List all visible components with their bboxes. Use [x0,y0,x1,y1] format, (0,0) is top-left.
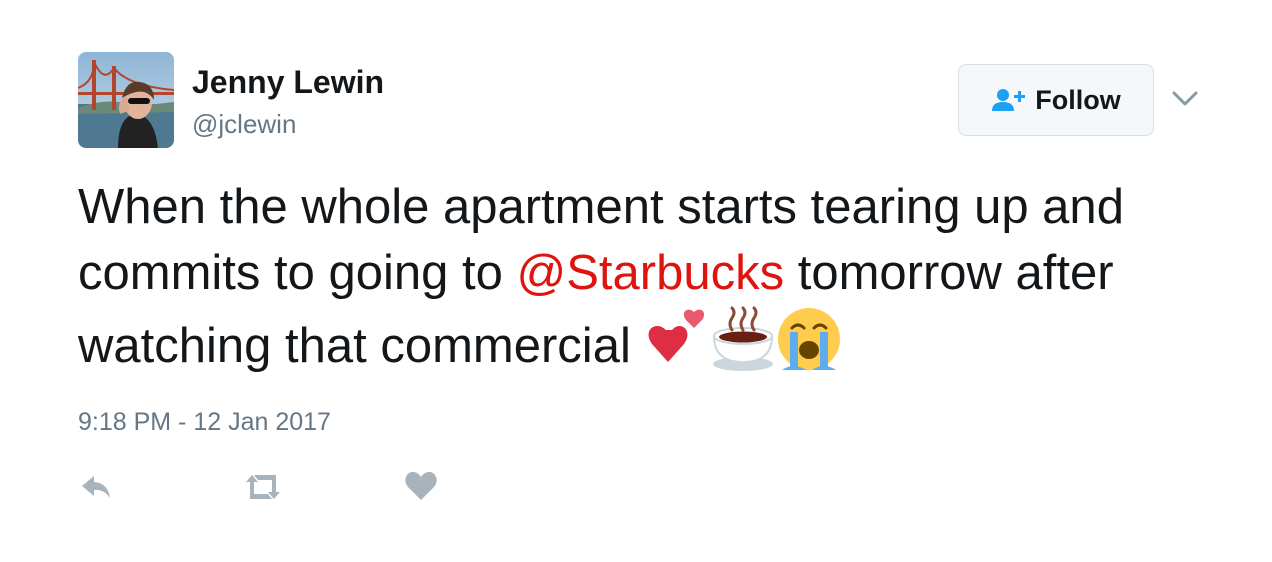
chevron-down-icon[interactable] [1170,86,1200,110]
author-name[interactable]: Jenny Lewin [192,64,384,100]
reply-icon[interactable] [78,470,114,504]
follow-label: Follow [1035,84,1121,115]
tweet-text: When the whole apartment starts tearing … [78,174,1218,379]
follow-button[interactable]: Follow [958,64,1154,136]
mention-link[interactable]: @Starbucks [516,246,784,300]
retweet-icon[interactable] [242,470,284,504]
avatar[interactable] [78,52,174,148]
author-handle[interactable]: @jclewin [192,108,296,140]
loudly-crying-face-emoji [776,306,842,372]
like-icon[interactable] [404,470,438,502]
two-hearts-emoji [644,306,710,372]
tweet-timestamp[interactable]: 9:18 PM - 12 Jan 2017 [78,408,331,437]
add-user-icon [991,87,1027,113]
hot-beverage-emoji [710,306,776,372]
